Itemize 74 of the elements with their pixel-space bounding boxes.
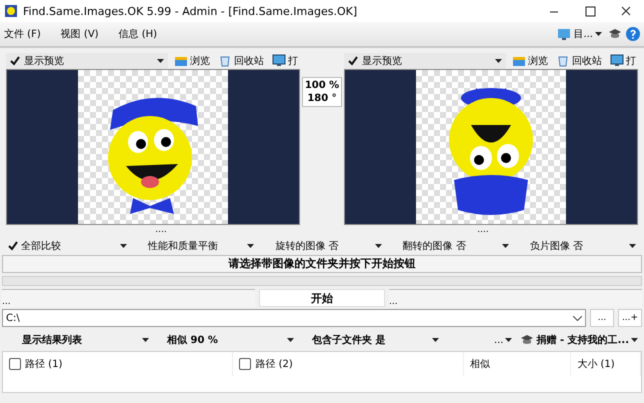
window-title: Find.Same.Images.OK 5.99 - Admin - [Find.Same.Images.OK] <box>23 4 358 18</box>
donate-button[interactable]: 捐赠 - 支持我的工... <box>518 333 640 347</box>
option-dropdown[interactable]: 显示结果列表 <box>4 333 149 347</box>
app-icon <box>4 4 18 18</box>
splitter-handle[interactable]: .... <box>477 225 489 237</box>
help-icon[interactable] <box>626 27 640 41</box>
menu-item[interactable]: 视图 (V) <box>56 27 103 41</box>
option-dropdown[interactable]: 翻转的图像 否 <box>386 239 513 253</box>
more-button[interactable]: ... <box>492 334 514 346</box>
toolbar-button[interactable]: 打 <box>270 54 300 68</box>
graduation-cap-icon <box>520 334 534 346</box>
check-icon[interactable] <box>8 241 18 251</box>
toolbar-button[interactable]: 浏览 <box>172 54 212 68</box>
column-header[interactable]: 路径 (2) <box>233 352 464 376</box>
option-dropdown[interactable]: 包含子文件夹 是 <box>294 333 439 347</box>
browse-button[interactable]: ... <box>590 309 614 327</box>
option-dropdown[interactable]: 性能和质量平衡 <box>131 239 258 253</box>
caret-icon <box>142 338 149 342</box>
option-dropdown[interactable]: 全部比较 <box>4 239 132 253</box>
caret-icon <box>247 244 254 248</box>
graduation-cap-icon[interactable] <box>608 28 622 40</box>
menu-item[interactable]: 文件 (F) <box>0 27 45 41</box>
status-message: 请选择带图像的文件夹并按下开始按钮 <box>2 255 642 273</box>
toolbar-button[interactable]: 回收站 <box>216 54 266 68</box>
caret-icon <box>432 338 439 342</box>
monitor-icon <box>272 54 286 67</box>
close-icon[interactable] <box>620 6 632 16</box>
preview-dropdown[interactable]: 显示预览 <box>6 52 168 68</box>
monitor-icon <box>610 54 624 67</box>
option-dropdown[interactable]: 相似 90 % <box>149 333 294 347</box>
path-field[interactable]: C:\ <box>2 309 586 327</box>
checkbox[interactable] <box>239 358 252 370</box>
column-label: 路径 (1) <box>25 358 62 371</box>
toolbar-button[interactable]: 打 <box>608 54 638 68</box>
monitor-icon <box>557 28 572 40</box>
caret-icon <box>287 338 294 342</box>
caret-icon <box>495 58 502 62</box>
caret-icon <box>595 32 602 36</box>
check-icon[interactable] <box>10 56 20 66</box>
caret-icon <box>374 244 382 248</box>
column-label: 路径 (2) <box>255 358 293 371</box>
check-icon[interactable] <box>348 56 358 66</box>
toolbar-button[interactable]: 浏览 <box>510 54 550 68</box>
option-dropdown[interactable]: 旋转的图像 否 <box>258 239 386 253</box>
column-label: 相似 <box>470 358 490 371</box>
folder-icon <box>512 54 526 67</box>
caret-icon <box>157 58 164 62</box>
folder-icon <box>174 54 188 67</box>
preview-dropdown[interactable]: 显示预览 <box>344 52 506 68</box>
browse-button[interactable]: ...+ <box>618 309 642 327</box>
menu-item[interactable]: 信息 (H) <box>114 27 162 41</box>
column-header[interactable]: 相似 <box>464 352 572 376</box>
caret-icon <box>629 244 636 248</box>
zoom-value: 180 ° <box>307 93 337 104</box>
maximize-icon[interactable] <box>584 6 596 16</box>
zoom-value: 100 % <box>304 80 340 91</box>
caret-icon <box>120 244 128 248</box>
column-label: 大小 (1) <box>577 358 615 371</box>
language-button[interactable]: 目... <box>555 27 604 41</box>
column-header[interactable]: 大小 (1) <box>571 352 641 376</box>
recycle-bin-icon <box>218 54 232 67</box>
checkbox[interactable] <box>9 358 21 370</box>
toolbar-button[interactable]: 回收站 <box>554 54 604 68</box>
status-right: ... <box>389 289 642 307</box>
chevron-down-icon <box>573 316 582 320</box>
caret-icon <box>505 338 512 342</box>
splitter-handle[interactable]: .... <box>155 225 167 237</box>
option-dropdown[interactable]: 负片图像 否 <box>512 239 640 253</box>
status-left: ... <box>2 289 255 307</box>
recycle-bin-icon <box>556 54 570 67</box>
column-header[interactable]: 路径 (1) <box>3 352 234 376</box>
start-button[interactable]: 开始 <box>259 289 385 307</box>
caret-icon <box>502 244 509 248</box>
caret-icon <box>631 338 638 342</box>
